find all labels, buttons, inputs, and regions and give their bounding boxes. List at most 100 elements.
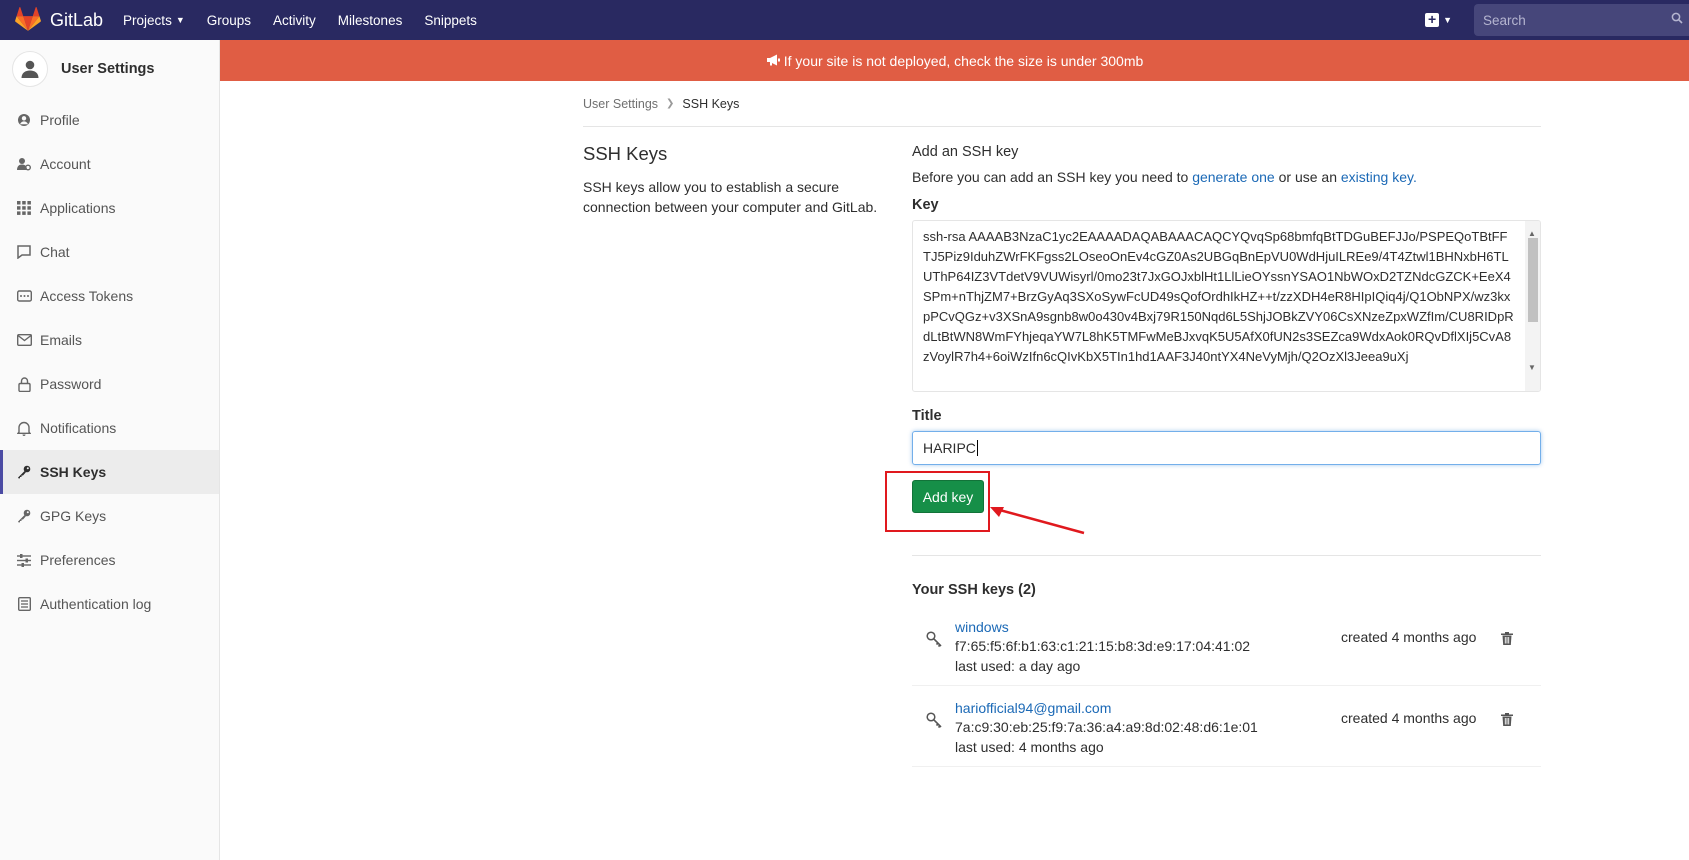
sidebar-item-label: Preferences <box>40 552 116 568</box>
ssh-key-title-link[interactable]: hariofficial94@gmail.com <box>955 700 1111 716</box>
form-column: Add an SSH key Before you can add an SSH… <box>885 144 1541 767</box>
sidebar-item-label: Notifications <box>40 420 117 436</box>
ssh-key-last-used: last used: a day ago <box>955 658 1081 674</box>
sidebar-header: User Settings <box>0 40 219 98</box>
gitlab-logo[interactable]: GitLab <box>14 7 103 33</box>
search-input[interactable]: Search <box>1474 4 1689 36</box>
title-input[interactable]: HARIPC <box>912 431 1541 465</box>
ssh-key-title-link[interactable]: windows <box>955 619 1009 635</box>
text-caret <box>976 440 978 456</box>
nav-groups[interactable]: Groups <box>207 13 251 28</box>
ssh-keys-list: windows f7:65:f5:6f:b1:63:c1:21:15:b8:3d… <box>912 605 1541 767</box>
password-icon <box>16 376 32 392</box>
breadcrumb-current[interactable]: SSH Keys <box>682 97 739 111</box>
search-placeholder: Search <box>1483 12 1526 28</box>
form-actions: Add key <box>885 465 1541 535</box>
sidebar-item-label: GPG Keys <box>40 508 107 524</box>
key-label: Key <box>912 197 939 213</box>
chevron-down-icon: ▼ <box>175 15 185 25</box>
key-textarea[interactable]: ssh-rsa AAAAB3NzaC1yc2EAAAADAQABAAACAQCY… <box>912 220 1541 392</box>
sidebar-item-emails[interactable]: Emails <box>0 318 219 362</box>
main-content: User Settings ❯ SSH Keys SSH Keys SSH ke… <box>583 81 1541 767</box>
sidebar-item-chat[interactable]: Chat <box>0 230 219 274</box>
nav-projects-label: Projects <box>123 12 172 28</box>
sidebar-item-notifications[interactable]: Notifications <box>0 406 219 450</box>
new-item-dropdown[interactable]: + ▼ <box>1425 12 1452 27</box>
banner-text: If your site is not deployed, check the … <box>783 52 1144 69</box>
account-icon <box>16 156 32 172</box>
sidebar-item-label: Password <box>40 376 102 392</box>
sidebar-item-label: Account <box>40 156 91 172</box>
generate-one-link[interactable]: generate one <box>1192 169 1275 185</box>
scrollbar-thumb[interactable] <box>1528 238 1538 322</box>
gitlab-tanuki-icon <box>15 7 41 31</box>
authentication-log-icon <box>16 596 32 612</box>
sidebar-item-applications[interactable]: Applications <box>0 186 219 230</box>
ssh-key-last-used: last used: 4 months ago <box>955 739 1104 755</box>
chevron-down-icon: ▼ <box>1443 15 1452 25</box>
scroll-down-arrow-icon[interactable]: ▼ <box>1528 358 1536 378</box>
settings-sidebar: User Settings Profile Account Applicatio… <box>0 40 220 860</box>
key-textarea-value: ssh-rsa AAAAB3NzaC1yc2EAAAADAQABAAACAQCY… <box>923 229 1514 364</box>
applications-icon <box>16 200 32 216</box>
top-right-controls: + ▼ Search <box>1425 0 1689 40</box>
key-textarea-scrollbar[interactable]: ▲ ▼ <box>1525 221 1540 391</box>
profile-icon <box>16 112 32 128</box>
section-divider <box>912 555 1541 556</box>
sidebar-item-preferences[interactable]: Preferences <box>0 538 219 582</box>
sidebar-item-label: Applications <box>40 200 116 216</box>
sidebar-item-access-tokens[interactable]: Access Tokens <box>0 274 219 318</box>
sidebar-item-label: Chat <box>40 244 70 260</box>
access-tokens-icon <box>16 288 32 304</box>
brand-name: GitLab <box>50 9 104 30</box>
sidebar-item-gpg-keys[interactable]: GPG Keys <box>0 494 219 538</box>
title-input-value: HARIPC <box>923 440 976 456</box>
ssh-key-created: created 4 months ago <box>1341 629 1477 645</box>
ssh-key-fingerprint: f7:65:f5:6f:b1:63:c1:21:15:b8:3d:e9:17:0… <box>955 638 1251 654</box>
plus-icon: + <box>1425 12 1440 27</box>
search-icon <box>1671 12 1683 24</box>
ssh-keys-icon <box>16 464 32 480</box>
nav-snippets[interactable]: Snippets <box>424 13 477 28</box>
sidebar-item-password[interactable]: Password <box>0 362 219 406</box>
sidebar-item-ssh-keys[interactable]: SSH Keys <box>0 450 219 494</box>
ssh-keys-list-heading: Your SSH keys (2) <box>912 582 1036 598</box>
ssh-key-row: hariofficial94@gmail.com 7a:c9:30:eb:25:… <box>912 686 1541 767</box>
key-icon <box>926 631 944 652</box>
breadcrumb-parent[interactable]: User Settings <box>583 97 658 111</box>
sidebar-item-label: SSH Keys <box>40 464 107 480</box>
intro-column: SSH Keys SSH keys allow you to establish… <box>583 143 883 217</box>
sidebar-item-profile[interactable]: Profile <box>0 98 219 142</box>
chevron-right-icon: ❯ <box>666 98 675 109</box>
sidebar-item-label: Emails <box>40 332 83 348</box>
form-heading: Add an SSH key <box>912 144 1019 160</box>
nav-activity[interactable]: Activity <box>273 13 316 28</box>
help-middle: or use an <box>1278 169 1337 185</box>
nav-links: Projects ▼ Groups Activity Milestones Sni… <box>123 13 499 28</box>
page-title: SSH Keys <box>583 143 668 164</box>
trash-icon[interactable] <box>1501 632 1513 648</box>
top-navbar: GitLab Projects ▼ Groups Activity Milesto… <box>0 0 1689 40</box>
user-avatar-icon <box>12 51 48 87</box>
ssh-key-row: windows f7:65:f5:6f:b1:63:c1:21:15:b8:3d… <box>912 605 1541 686</box>
trash-icon[interactable] <box>1501 713 1513 729</box>
add-key-button[interactable]: Add key <box>912 480 984 513</box>
title-label: Title <box>912 408 942 424</box>
nav-milestones[interactable]: Milestones <box>338 13 403 28</box>
notifications-icon <box>16 420 32 436</box>
ssh-key-fingerprint: 7a:c9:30:eb:25:f9:7a:36:a4:a9:8d:02:48:d… <box>955 719 1258 735</box>
sidebar-item-label: Access Tokens <box>40 288 134 304</box>
chat-icon <box>16 244 32 260</box>
page-description: SSH keys allow you to establish a secure… <box>583 179 878 215</box>
sidebar-item-label: Profile <box>40 112 80 128</box>
breadcrumb: User Settings ❯ SSH Keys <box>583 81 1541 127</box>
sidebar-item-account[interactable]: Account <box>0 142 219 186</box>
preferences-icon <box>16 552 32 568</box>
sidebar-item-label: Authentication log <box>40 596 152 612</box>
ssh-key-created: created 4 months ago <box>1341 710 1477 726</box>
existing-key-link[interactable]: existing key. <box>1341 169 1417 185</box>
annotation-arrow-icon <box>990 507 1085 535</box>
sidebar-item-authentication-log[interactable]: Authentication log <box>0 582 219 626</box>
sidebar-title: User Settings <box>61 61 155 77</box>
nav-projects[interactable]: Projects ▼ <box>123 13 185 28</box>
